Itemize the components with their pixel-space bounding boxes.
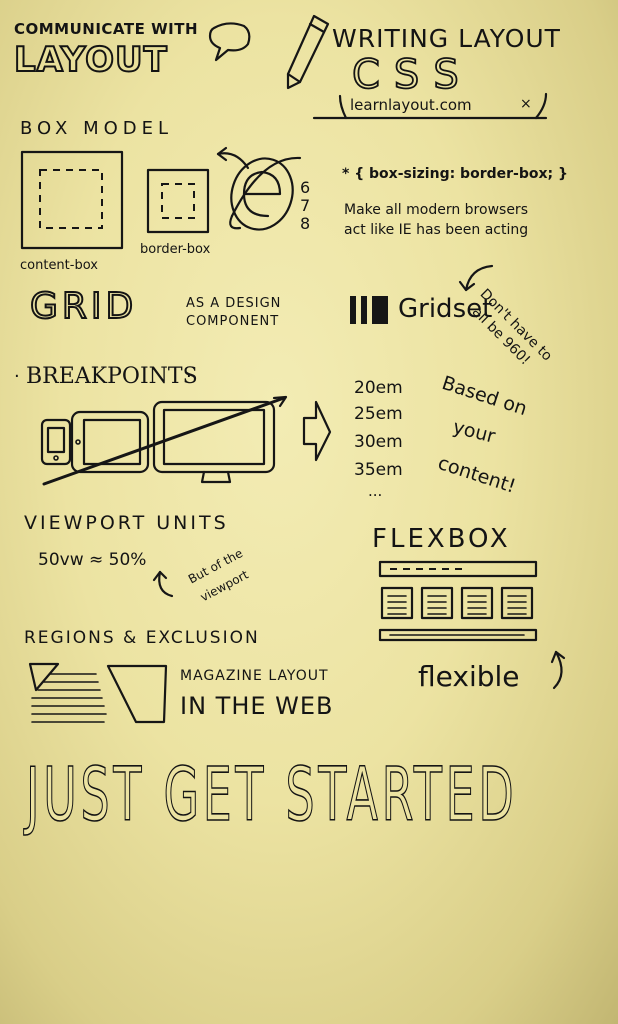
just-get-started-slogan: JUST GET STARTED [26,751,518,839]
speech-bubble-icon [208,22,251,62]
breakpoints-bullet: · [14,366,20,387]
breakpoint-25em: 25em [354,404,403,424]
viewport-equation: 50vw ≈ 50% [38,550,147,570]
breakpoints-bullet: · [186,366,192,387]
ie-version-7: 7 [300,196,311,215]
breakpoint-30em: 30em [354,432,403,452]
regions-line2: IN THE WEB [180,692,334,720]
grid-subtitle-line1: AS A DESIGN [186,296,282,311]
regions-line1: MAGAZINE LAYOUT [180,668,329,684]
curved-arrow-icon [550,650,566,690]
breakpoints-title: BREAKPOINTS [26,364,198,389]
communicate-with-label: COMMUNICATE WITH [14,20,198,38]
ie-version-6: 6 [300,178,311,197]
box-sizing-rule: * { box-sizing: border-box; } [342,166,568,182]
grid-subtitle-line2: COMPONENT [186,314,280,329]
breakpoint-35em: 35em [354,460,403,480]
pencil-icon [286,14,330,90]
devices-illustration [40,395,288,486]
regions-title: REGIONS & EXCLUSION [24,628,260,648]
border-box-label: border-box [140,242,211,257]
breakpoints-note-line1: Based on [439,372,530,421]
flexbox-title: FLEXBOX [372,524,511,554]
curved-arrow-icon [152,570,174,598]
layout-logo: LAYOUT [13,39,168,81]
grid-title: GRID [29,285,138,328]
content-box-diagram [20,150,124,250]
breakpoints-note-line3: content! [435,452,519,498]
viewport-units-title: VIEWPORT UNITS [24,512,229,534]
close-icon: × [520,96,532,112]
arrow-right-icon [302,400,332,462]
box-model-title: BOX MODEL [20,118,174,139]
ie-logo-icon [229,156,302,231]
breakpoint-ellipsis: ... [368,482,383,500]
breakpoint-20em: 20em [354,378,403,398]
site-url: learnlayout.com [350,96,472,114]
gridset-logo-icon [350,296,388,324]
content-box-label: content-box [20,258,98,273]
box-model-note-line1: Make all modern browsers [344,202,528,218]
magazine-layout-illustration [28,662,168,724]
box-model-note-line2: act like IE has been acting [344,222,529,238]
breakpoints-note-line2: your [450,416,498,448]
writing-layout-title: WRITING LAYOUT [332,24,561,53]
flexible-label: flexible [418,660,520,693]
border-box-diagram [146,168,210,234]
flexbox-illustration [378,560,538,642]
ie-version-8: 8 [300,214,311,233]
